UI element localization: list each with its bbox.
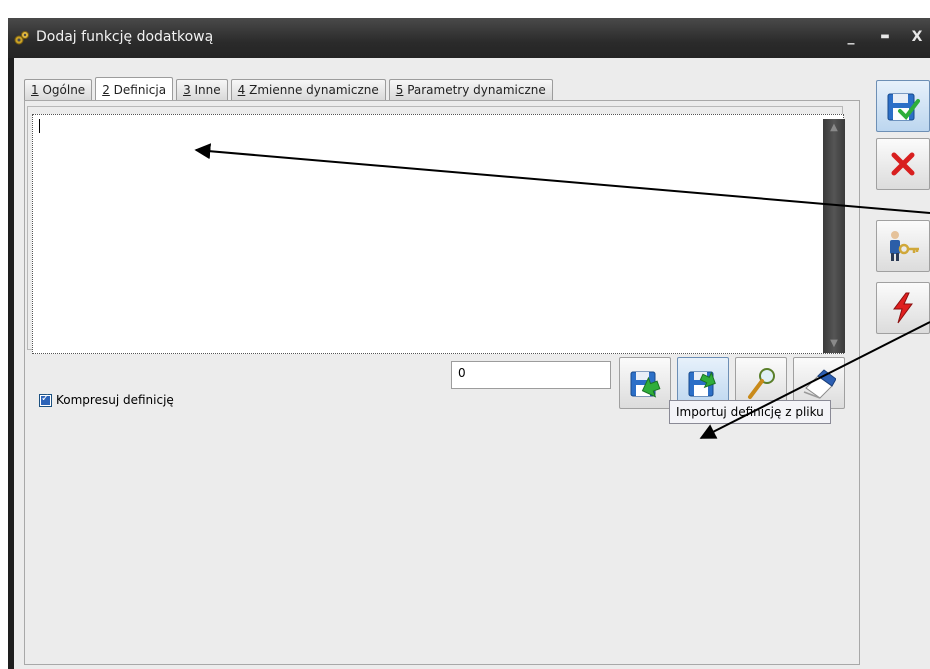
save-check-icon [887, 93, 920, 121]
tab-strip: 1 Ogólne 2 Definicja 3 Inne 4 Zmienne dy… [24, 74, 556, 101]
cancel-button[interactable] [876, 138, 930, 190]
scroll-up-icon[interactable]: ▲ [823, 119, 845, 137]
floppy-export-icon [630, 371, 661, 398]
editor-frame: ▲ ▼ [27, 106, 845, 354]
tab-parametry-dynamiczne[interactable]: 5 Parametry dynamiczne [388, 79, 553, 100]
compress-checkbox-label[interactable]: Kompresuj definicję [56, 393, 174, 407]
character-counter: 0 [451, 361, 611, 389]
cancel-x-icon [891, 152, 915, 176]
check-icon: ✓ [41, 392, 50, 404]
compress-checkbox[interactable]: ✓ [39, 392, 52, 407]
dialog-window: Dodaj funkcję dodatkową _ ▬ X 1 Ogólne 2… [8, 18, 930, 669]
export-definition-button[interactable] [619, 357, 671, 409]
tab-ogolne[interactable]: 1 Ogólne [24, 79, 93, 100]
tab-label: Zmienne dynamiczne [245, 83, 379, 97]
definition-editor[interactable]: ▲ ▼ [32, 114, 845, 354]
user-key-icon [890, 231, 919, 261]
window-title: Dodaj funkcję dodatkową [36, 29, 214, 45]
text-caret [39, 119, 40, 133]
lightning-icon [893, 292, 913, 324]
tab-key: 3 [183, 83, 191, 97]
save-button[interactable] [876, 80, 930, 132]
import-tooltip: Importuj definicję z pliku [669, 400, 831, 424]
compress-checkbox-row[interactable]: ✓ Kompresuj definicję [39, 393, 174, 407]
tab-label: Inne [190, 83, 221, 97]
tab-label: Parametry dynamiczne [403, 83, 546, 97]
magnifier-icon [748, 368, 775, 399]
tab-zmienne-dynamiczne[interactable]: 4 Zmienne dynamiczne [230, 79, 386, 100]
definition-panel: ▲ ▼ 0 ✓ Kompresuj definicję [24, 100, 860, 665]
tab-label: Definicja [109, 83, 167, 97]
dialog-content: 1 Ogólne 2 Definicja 3 Inne 4 Zmienne dy… [14, 58, 930, 669]
tab-definicja[interactable]: 2 Definicja [95, 77, 174, 101]
title-bar[interactable]: Dodaj funkcję dodatkową _ ▬ X [8, 18, 930, 58]
editor-scrollbar[interactable]: ▲ ▼ [823, 119, 845, 353]
tab-key: 1 [31, 83, 39, 97]
permissions-button[interactable] [876, 220, 930, 272]
tab-inne[interactable]: 3 Inne [176, 79, 228, 100]
minimize-button[interactable]: _ [840, 26, 862, 48]
eraser-icon [803, 369, 836, 399]
run-button[interactable] [876, 282, 930, 334]
close-button[interactable]: X [906, 26, 928, 48]
tab-key: 2 [102, 83, 110, 97]
scroll-down-icon[interactable]: ▼ [823, 335, 845, 353]
gears-icon [14, 30, 30, 46]
maximize-button[interactable]: ▬ [874, 26, 896, 48]
floppy-import-icon [688, 371, 716, 397]
tab-label: Ogólne [38, 83, 86, 97]
